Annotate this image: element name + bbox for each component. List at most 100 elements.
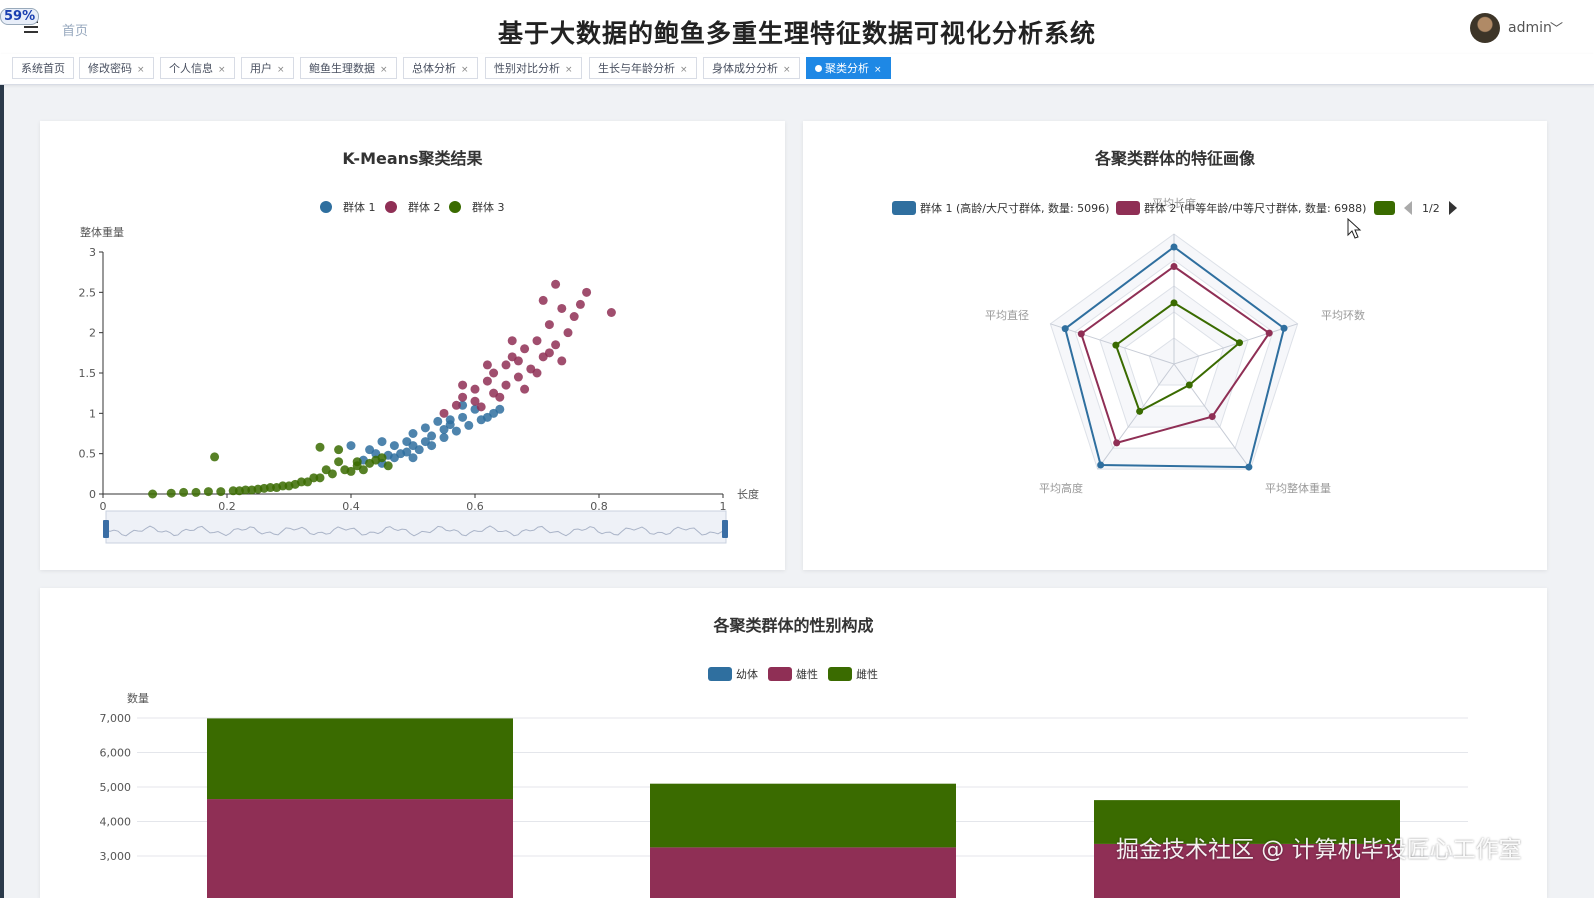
close-icon[interactable]: × <box>680 65 688 75</box>
data-point-cluster3 <box>179 487 189 497</box>
radar-indicator-label: 平均环数 <box>1321 309 1365 322</box>
radar-point-3 <box>1185 381 1193 389</box>
scatter-chart[interactable]: 群体 1 群体 2 群体 3整体重量长度00.511.522.530 0.2 0.4 0.… <box>40 121 785 570</box>
data-point-cluster2 <box>557 303 567 313</box>
radar-point-2 <box>1113 439 1121 447</box>
tab-7[interactable]: 生长与年龄分析 × <box>589 57 697 79</box>
legend-marker-2 <box>385 201 397 213</box>
data-point-cluster2 <box>451 400 461 410</box>
y-tick-label: 4,000 <box>100 816 132 829</box>
data-point-cluster2 <box>501 360 511 370</box>
avatar[interactable] <box>1470 13 1500 43</box>
sidebar-edge <box>0 0 4 898</box>
data-point-cluster3 <box>358 465 368 475</box>
close-icon[interactable]: × <box>565 65 573 75</box>
close-icon[interactable]: × <box>783 65 791 75</box>
tab-5[interactable]: 总体分析 × <box>403 57 478 79</box>
data-point-cluster3 <box>203 487 213 497</box>
close-icon[interactable]: × <box>874 65 882 75</box>
data-point-cluster3 <box>383 461 393 471</box>
bar-segment-3 <box>650 783 956 848</box>
close-icon[interactable]: × <box>137 65 145 75</box>
tab-4[interactable]: 鲍鱼生理数据 × <box>300 57 397 79</box>
tab-label: 身体成分分析 <box>712 62 778 75</box>
data-point-cluster1 <box>451 426 461 436</box>
close-icon[interactable]: × <box>218 65 226 75</box>
tab-9[interactable]: 聚类分析 × <box>806 57 891 79</box>
data-point-cluster3 <box>346 466 356 476</box>
bar-segment-2 <box>650 847 956 898</box>
radar-point-2 <box>1265 329 1273 337</box>
data-point-cluster2 <box>532 368 542 378</box>
user-name[interactable]: admin <box>1508 20 1552 36</box>
radar-point-3 <box>1136 407 1144 415</box>
legend-label-1: 群体 1 <box>343 200 376 214</box>
legend-marker-1 <box>708 667 732 681</box>
radar-point-1 <box>1170 243 1178 251</box>
data-point-cluster1 <box>408 453 418 463</box>
data-point-cluster2 <box>557 356 567 366</box>
data-point-cluster2 <box>439 408 449 418</box>
data-point-cluster1 <box>365 445 375 455</box>
legend-marker-2 <box>1116 201 1140 215</box>
y-tick-label: 3 <box>89 246 96 259</box>
data-point-cluster1 <box>389 441 399 451</box>
tab-1[interactable]: 修改密码 × <box>79 57 154 79</box>
data-point-cluster3 <box>309 473 319 483</box>
close-icon[interactable]: × <box>461 65 469 75</box>
data-point-cluster3 <box>259 483 269 493</box>
datazoom-handle-right <box>722 520 728 538</box>
data-point-cluster1 <box>420 423 430 433</box>
tab-2[interactable]: 个人信息 × <box>160 57 235 79</box>
radar-indicator-label: 平均高度 <box>1039 481 1083 495</box>
legend-label-2: 群体 2 <box>408 200 441 214</box>
tags-view: 系统首页 修改密码 × 个人信息 × 用户 × 鲍鱼生理数据 × 总体分析 × 性别对比分析 × 生长与年… <box>0 54 1594 85</box>
data-point-cluster2 <box>538 295 548 305</box>
data-point-cluster2 <box>476 402 486 412</box>
radar-point-1 <box>1097 461 1105 469</box>
legend-label-1: 幼体 <box>736 667 758 681</box>
data-point-cluster3 <box>371 455 381 465</box>
radar-chart[interactable]: 平均长度平均环数平均整体重量平均高度平均直径群体 1 (高龄/大尺寸群体, 数量… <box>803 121 1547 570</box>
data-point-cluster2 <box>544 348 554 358</box>
data-point-cluster2 <box>582 287 592 297</box>
y-tick-label: 5,000 <box>100 781 132 794</box>
tab-6[interactable]: 性别对比分析 × <box>485 57 582 79</box>
tab-label: 个人信息 <box>169 62 213 75</box>
y-tick-label: 2 <box>89 327 96 340</box>
data-point-cluster2 <box>520 384 530 394</box>
data-point-cluster3 <box>284 481 294 491</box>
tab-0[interactable]: 系统首页 <box>12 57 74 79</box>
data-point-cluster2 <box>458 380 468 390</box>
data-point-cluster2 <box>606 308 616 317</box>
data-point-cluster2 <box>507 336 517 346</box>
radar-point-2 <box>1170 263 1178 270</box>
tab-label: 鲍鱼生理数据 <box>309 62 375 75</box>
app-title: 基于大数据的鲍鱼多重生理特征数据可视化分析系统 <box>497 19 1096 48</box>
radar-point-1 <box>1245 463 1253 471</box>
y-tick-label: 3,000 <box>100 850 132 863</box>
radar-point-1 <box>1280 324 1288 332</box>
y-tick-label: 7,000 <box>100 712 132 725</box>
data-point-cluster1 <box>495 404 505 414</box>
data-point-cluster2 <box>501 380 511 390</box>
radar-point-3 <box>1170 299 1178 307</box>
radar-point-2 <box>1077 330 1085 338</box>
legend-label-3: 雌性 <box>856 667 878 681</box>
data-point-cluster1 <box>377 437 387 447</box>
x-axis-title: 长度 <box>737 487 759 501</box>
tab-3[interactable]: 用户 × <box>241 57 294 79</box>
data-point-cluster3 <box>247 485 257 495</box>
data-point-cluster1 <box>402 437 412 447</box>
close-icon[interactable]: × <box>380 65 388 75</box>
data-point-cluster2 <box>575 299 585 309</box>
close-icon[interactable]: × <box>277 65 285 75</box>
x-tick-label: 0 <box>100 500 107 513</box>
bar-segment-2 <box>207 799 513 898</box>
active-dot-icon <box>815 65 822 72</box>
chevron-down-icon[interactable]: ﹀ <box>1550 18 1563 37</box>
tab-8[interactable]: 身体成分分析 × <box>703 57 800 79</box>
radar-card: 各聚类群体的特征画像 平均长度 平均环数 平均整体重量 平均高度 平均直径 群体 1 (高… <box>803 121 1547 570</box>
legend-marker-1 <box>320 201 332 213</box>
watermark: 掘金技术社区 @ 计算机毕设匠心工作室 <box>1116 837 1522 863</box>
